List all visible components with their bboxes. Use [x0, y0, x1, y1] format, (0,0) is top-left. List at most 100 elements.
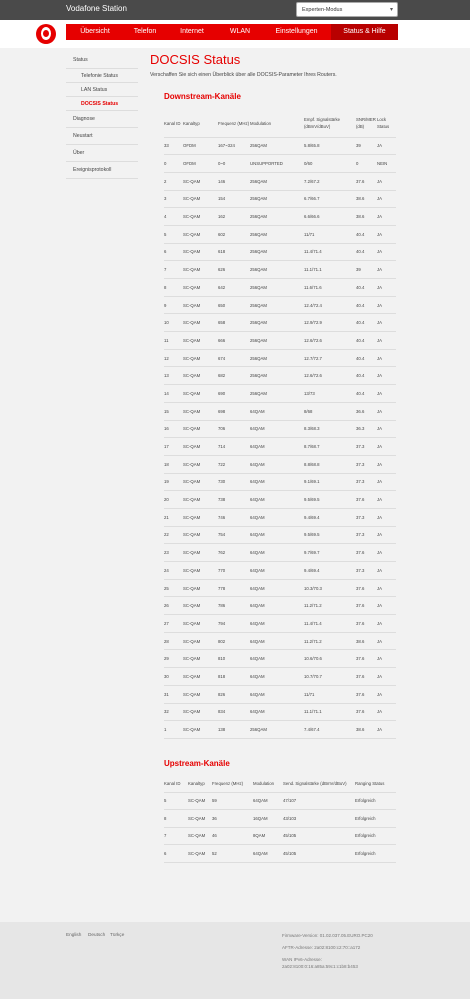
table-row: 31 SC-QAM 826 64QAM 11/71 37.6 JA: [164, 685, 396, 704]
table-cell: 8: [164, 809, 188, 828]
table-cell: 746: [218, 508, 250, 527]
table-cell: 64QAM: [250, 703, 304, 722]
table-cell: 37.6: [356, 614, 377, 633]
table-cell: 11/71: [304, 685, 356, 704]
table-cell: 52: [212, 844, 253, 863]
table-row: 6 SC-QAM 52 64QAM 45/105 Erfolgreich: [164, 844, 396, 863]
table-cell: 162: [218, 207, 250, 226]
sidebar-item-neustart[interactable]: Neustart: [66, 128, 138, 145]
table-cell: 40.4: [356, 296, 377, 315]
sidebar-item-lan-status[interactable]: LAN Status: [66, 83, 138, 97]
sidebar-item-status[interactable]: Status: [66, 52, 138, 69]
table-cell: 658: [218, 313, 250, 333]
table-cell: SC-QAM: [183, 437, 218, 456]
table-cell: SC-QAM: [183, 243, 218, 262]
table-cell: 64QAM: [250, 420, 304, 439]
nav-item-uebersicht[interactable]: Übersicht: [66, 24, 124, 40]
table-cell: 64QAM: [250, 490, 304, 509]
chevron-down-icon: ▾: [389, 7, 393, 13]
nav-item-telefon[interactable]: Telefon: [124, 24, 166, 40]
table-cell: 9.1/69.1: [304, 473, 356, 492]
table-cell: 64QAM: [250, 561, 304, 580]
table-cell: 1: [164, 720, 183, 739]
table-row: 13 SC-QAM 682 256QAM 12.6/72.6 40.4 JA: [164, 366, 396, 386]
table-cell: 5: [164, 792, 188, 811]
table-cell: 256QAM: [250, 278, 304, 297]
table-cell: SC-QAM: [183, 384, 218, 403]
table-cell: 7.4/67.4: [304, 720, 356, 739]
table-cell: JA: [377, 596, 396, 616]
table-row: 8 SC-QAM 642 256QAM 11.6/71.6 40.4 JA: [164, 278, 396, 297]
nav-item-status-hilfe[interactable]: Status & Hilfe: [331, 24, 398, 40]
sidebar-item-diagnose[interactable]: Diagnose: [66, 111, 138, 128]
table-cell: SC-QAM: [183, 720, 218, 739]
language-link-tuerkce[interactable]: Türkçe: [110, 932, 124, 937]
sidebar-item-ereignisprotokoll[interactable]: Ereignisprotokoll: [66, 162, 138, 179]
sidebar-item-docsis-status[interactable]: DOCSIS Status: [66, 97, 138, 111]
table-header-row: Kanal ID Kanaltyp Frequenz (MHz) Modulat…: [164, 110, 396, 138]
table-header-row: Kanal ID Kanaltyp Frequenz (MHz) Modulat…: [164, 775, 396, 793]
table-row: 5 SC-QAM 602 256QAM 11/71 40.4 JA: [164, 225, 396, 244]
table-cell: SC-QAM: [183, 260, 218, 279]
table-cell: 626: [218, 260, 250, 279]
table-row: 10 SC-QAM 658 256QAM 12.9/72.9 40.4 JA: [164, 313, 396, 333]
sidebar-item-ueber[interactable]: Über: [66, 145, 138, 162]
table-row: 26 SC-QAM 786 64QAM 11.2/71.2 37.6 JA: [164, 596, 396, 616]
table-cell: 834: [218, 703, 250, 722]
table-cell: 37.3: [356, 437, 377, 456]
table-cell: JA: [377, 490, 396, 509]
table-cell: 154: [218, 190, 250, 209]
table-cell: SC-QAM: [183, 420, 218, 439]
table-cell: 64QAM: [250, 632, 304, 651]
table-cell: 256QAM: [250, 384, 304, 403]
language-link-deutsch[interactable]: Deutsch: [88, 932, 105, 937]
table-cell: SC-QAM: [183, 296, 218, 315]
table-cell: 256QAM: [250, 207, 304, 226]
nav-item-internet[interactable]: Internet: [166, 24, 218, 40]
app-title: Vodafone Station: [66, 4, 127, 13]
vodafone-logo-icon[interactable]: [36, 24, 56, 44]
table-row: 27 SC-QAM 794 64QAM 11.4/71.4 37.6 JA: [164, 614, 396, 633]
page-title: DOCSIS Status: [150, 52, 241, 67]
table-row: 21 SC-QAM 746 64QAM 9.4/69.4 37.3 JA: [164, 508, 396, 527]
table-cell: 9.4/69.4: [304, 561, 356, 580]
table-cell: 37.3: [356, 508, 377, 527]
nav-item-einstellungen[interactable]: Einstellungen: [262, 24, 331, 40]
footer: English Deutsch Türkçe Firmware-Version:…: [0, 922, 470, 999]
table-cell: 9.7/69.7: [304, 543, 356, 562]
sidebar-item-telefonie-status[interactable]: Telefonie Status: [66, 69, 138, 83]
table-cell: 64QAM: [250, 473, 304, 492]
table-cell: 256QAM: [250, 366, 304, 386]
table-cell: 810: [218, 649, 250, 669]
table-cell: 11.2/71.2: [304, 596, 356, 616]
table-cell: JA: [377, 296, 396, 315]
table-cell: 46: [212, 827, 253, 846]
table-row: 8 SC-QAM 36 16QAM 43/103 Erfolgreich: [164, 809, 396, 828]
table-row: 29 SC-QAM 810 64QAM 10.6/70.6 37.6 JA: [164, 649, 396, 669]
table-cell: JA: [377, 632, 396, 651]
table-cell: JA: [377, 526, 396, 545]
table-cell: 256QAM: [250, 243, 304, 262]
column-header: Kanal ID: [164, 110, 183, 138]
mode-select[interactable]: Experten-Modus ▾: [296, 2, 398, 17]
table-cell: SC-QAM: [183, 172, 218, 191]
table-cell: JA: [377, 437, 396, 456]
table-cell: SC-QAM: [188, 844, 212, 863]
nav-item-wlan[interactable]: WLAN: [218, 24, 262, 40]
table-cell: SC-QAM: [183, 366, 218, 386]
table-cell: 64QAM: [250, 649, 304, 669]
table-row: 9 SC-QAM 650 256QAM 12.4/72.4 40.4 JA: [164, 296, 396, 315]
table-row: 0 OFDM 0~0 UNSUPPORTED 0/60 0 NEIN: [164, 154, 396, 173]
table-cell: JA: [377, 508, 396, 527]
table-cell: 9.5/69.5: [304, 490, 356, 509]
table-row: 20 SC-QAM 738 64QAM 9.5/69.5 37.6 JA: [164, 490, 396, 509]
language-link-english[interactable]: English: [66, 932, 81, 937]
table-cell: JA: [377, 685, 396, 704]
table-cell: 45/105: [283, 827, 355, 846]
table-cell: 256QAM: [250, 296, 304, 315]
table-cell: 7: [164, 827, 188, 846]
table-cell: JA: [377, 579, 396, 598]
table-cell: 8.8/68.8: [304, 455, 356, 474]
table-cell: 11/71: [304, 225, 356, 244]
table-cell: 802: [218, 632, 250, 651]
